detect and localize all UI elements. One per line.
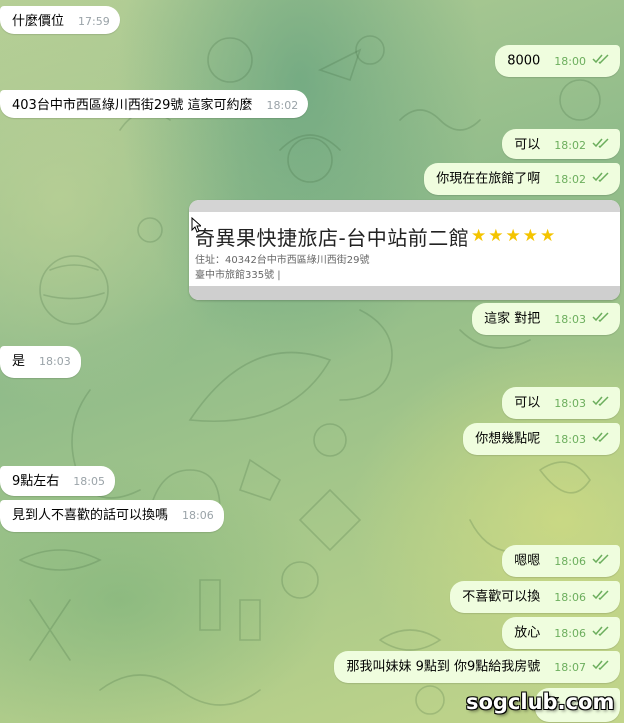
hotel-license: 臺中市旅館335號 | [195,270,281,281]
message-text: 那我叫妹妹 9點到 你9點給我房號 [346,659,541,675]
read-receipt-icon [592,624,610,642]
message-time: 18:03 [554,432,586,446]
message-bubble-outgoing[interactable]: 可以 18:03 [502,387,620,419]
message-time: 18:07 [554,660,586,674]
message-time: 18:02 [266,99,299,112]
message-time: 18:02 [554,138,586,152]
message-bubble-outgoing[interactable]: 你想幾點呢 18:03 [463,423,620,455]
read-receipt-icon [592,170,610,188]
message-text: 放心 [514,625,541,641]
message-text: 不喜歡可以換 [462,589,541,605]
read-receipt-icon [592,658,610,676]
message-bubble-outgoing[interactable]: 那我叫妹妹 9點到 你9點給我房號 18:07 [334,651,620,683]
message-bubble-outgoing[interactable]: 這家 對把 18:03 [472,303,620,335]
message-bubble-outgoing[interactable]: 不喜歡可以換 18:06 [450,581,620,613]
message-time: 18:03 [554,396,586,410]
message-text: 9點左右 [12,474,60,489]
message-text: 可以 [514,137,541,153]
message-text: 這家 對把 [484,311,541,327]
read-receipt-icon [592,136,610,154]
message-time: 18:05 [73,475,105,488]
card-top-bar [189,200,620,212]
message-text: 見到人不喜歡的話可以換嗎 [12,508,169,523]
message-bubble-incoming[interactable]: 見到人不喜歡的話可以換嗎 18:06 [0,500,224,532]
read-receipt-icon [592,588,610,606]
message-time: 17:59 [78,15,110,28]
read-receipt-icon [592,552,610,570]
read-receipt-icon [592,310,610,328]
message-text: 你現在在旅館了啊 [436,171,541,187]
message-time: 18:06 [554,626,586,640]
message-time: 18:02 [554,172,586,186]
message-time: 18:00 [554,54,586,68]
message-bubble-incoming[interactable]: 是 18:03 [0,346,81,378]
message-text: 什麼價位 [12,14,65,29]
message-bubble-incoming[interactable]: 什麼價位 17:59 [0,6,120,34]
message-bubble-outgoing[interactable]: 可以 18:02 [502,129,620,159]
watermark-text: sogclub.com [466,690,615,714]
message-text: 是 [12,354,26,369]
hotel-preview-card[interactable]: 奇異果快捷旅店-台中站前二館 ★★★★★ 住址：40342台中市西區綠川西街29… [189,200,620,300]
message-text: 嗯嗯 [514,553,541,569]
message-bubble-outgoing[interactable]: 8000 18:00 [495,45,620,77]
message-bubble-outgoing[interactable]: 放心 18:06 [502,617,620,649]
read-receipt-icon [592,430,610,448]
message-bubble-outgoing[interactable]: 你現在在旅館了啊 18:02 [424,163,620,195]
message-text: 403台中市西區綠川西街29號 這家可約麼 [12,98,253,113]
message-text: 可以 [514,395,541,411]
hotel-rating-stars: ★★★★★ [471,226,558,246]
message-time: 18:06 [182,509,214,522]
message-bubble-incoming[interactable]: 403台中市西區綠川西街29號 這家可約麼 18:02 [0,90,309,118]
message-time: 18:03 [39,355,71,368]
message-bubble-incoming[interactable]: 9點左右 18:05 [0,466,115,496]
read-receipt-icon [592,394,610,412]
message-text: 8000 [507,53,541,69]
message-time: 18:06 [554,554,586,568]
message-time: 18:06 [554,590,586,604]
read-receipt-icon [592,52,610,70]
mouse-cursor-icon [191,217,201,233]
hotel-name: 奇異果快捷旅店-台中站前二館 [195,226,470,250]
message-bubble-outgoing[interactable]: 嗯嗯 18:06 [502,545,620,577]
hotel-address: 住址：40342台中市西區綠川西街29號 [195,255,370,266]
message-text: 你想幾點呢 [475,431,541,447]
message-time: 18:03 [554,312,586,326]
card-bottom-bar [189,286,620,300]
